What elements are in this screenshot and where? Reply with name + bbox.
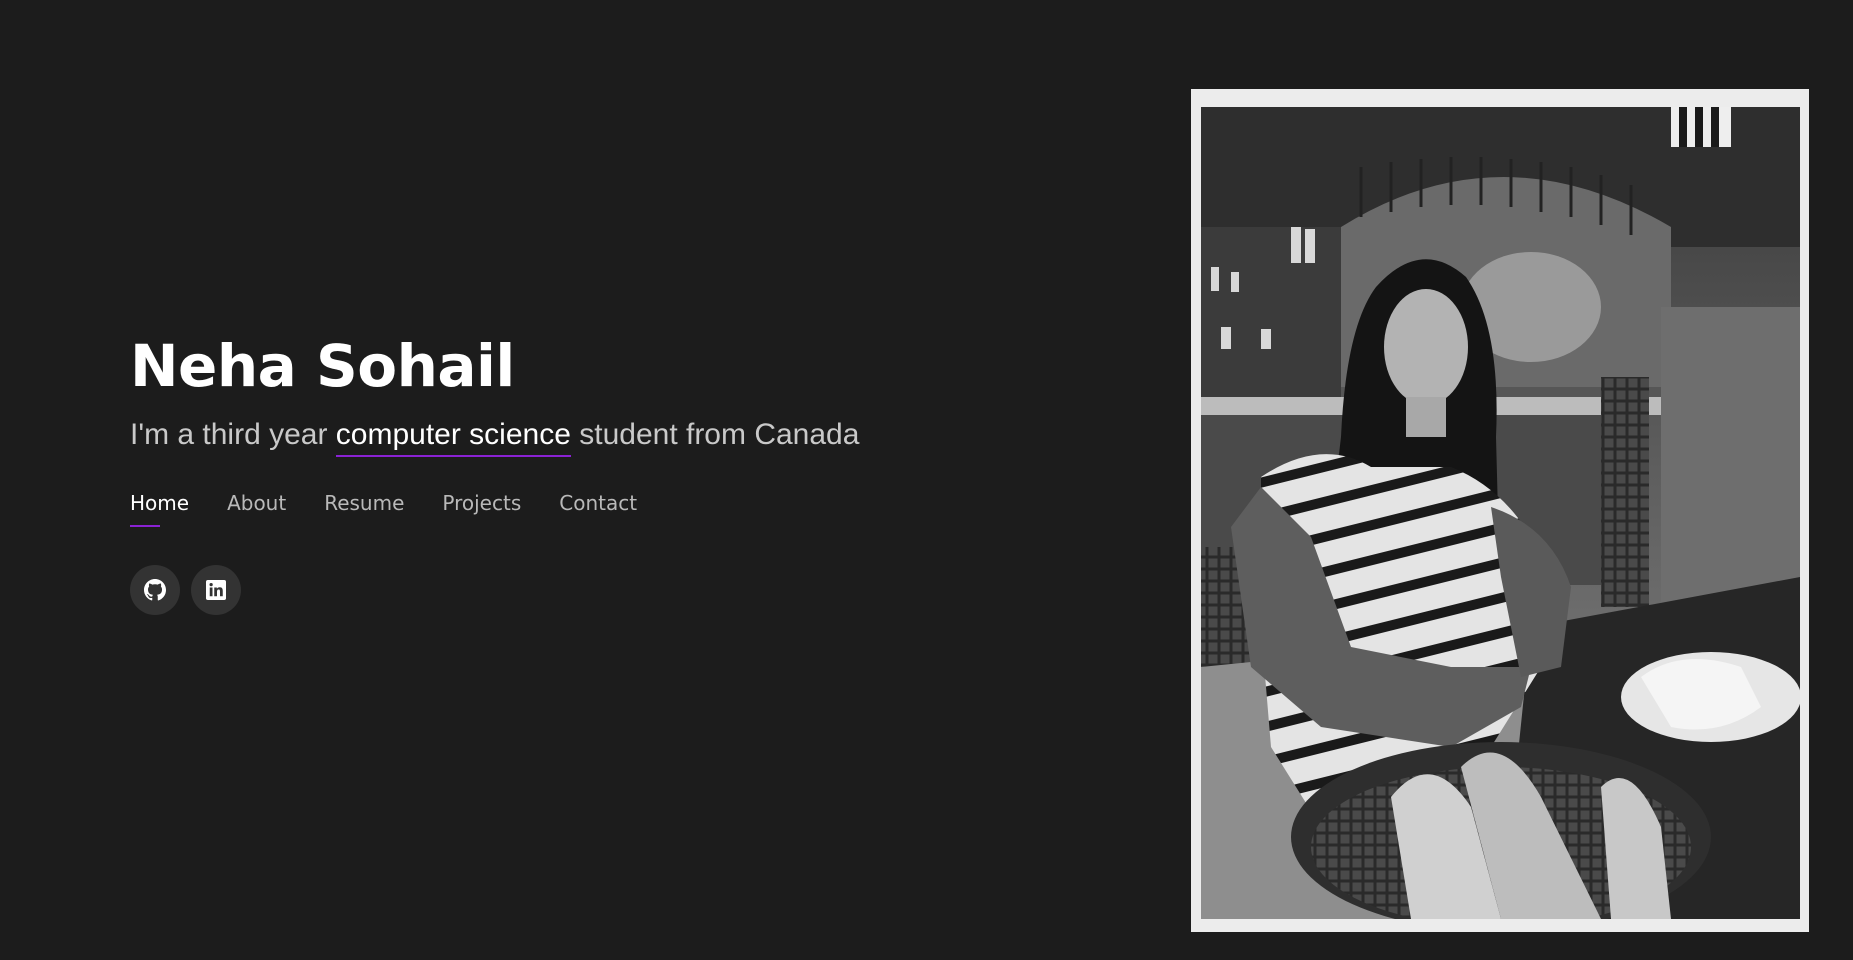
tagline: I'm a third year computer science studen… (130, 415, 1030, 457)
nav-item-home[interactable]: Home (130, 489, 189, 527)
tagline-highlight: computer science (335, 417, 571, 457)
github-icon (144, 579, 166, 601)
linkedin-button[interactable] (191, 565, 241, 615)
hero-section: Neha Sohail I'm a third year computer sc… (130, 326, 1030, 615)
tagline-prefix: I'm a third year (130, 418, 336, 451)
tagline-suffix: student from Canada (570, 418, 860, 451)
nav-item-projects[interactable]: Projects (442, 489, 521, 527)
main-nav: Home About Resume Projects Contact (130, 489, 1030, 527)
nav-item-contact[interactable]: Contact (559, 489, 637, 527)
nav-item-resume[interactable]: Resume (324, 489, 404, 527)
profile-photo-frame (1191, 89, 1809, 932)
profile-photo (1201, 107, 1800, 919)
nav-item-about[interactable]: About (227, 489, 286, 527)
social-links (130, 565, 1030, 615)
linkedin-icon (206, 580, 226, 600)
github-button[interactable] (130, 565, 180, 615)
page-title: Neha Sohail (130, 332, 515, 400)
